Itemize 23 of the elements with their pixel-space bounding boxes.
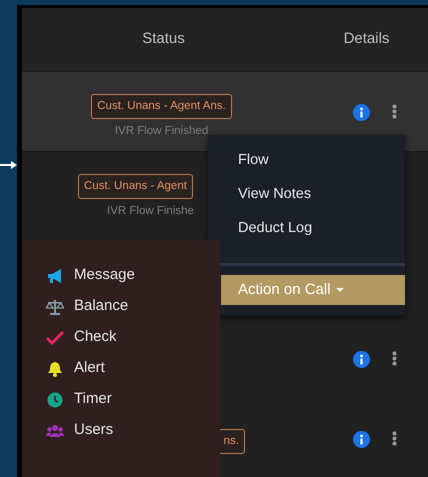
menu-item[interactable]: Balance: [74, 295, 128, 318]
status-tag: Cust. Unans - Agent Ans.: [91, 94, 232, 120]
status-tag: ns.: [218, 429, 245, 454]
menu-item[interactable]: Users: [74, 419, 114, 442]
info-icon[interactable]: [353, 351, 370, 368]
arrow-icon: [0, 160, 17, 170]
more-options-icon[interactable]: [392, 104, 397, 119]
status-subtitle: IVR Flow Finished: [114, 124, 208, 140]
info-icon[interactable]: [353, 431, 370, 448]
column-header: Details: [344, 30, 390, 48]
menu-item[interactable]: Alert: [74, 357, 105, 380]
menu-item[interactable]: Check: [74, 326, 117, 349]
menu-item[interactable]: View Notes: [208, 177, 405, 211]
column-header: Status: [142, 30, 185, 48]
status-tag: Cust. Unans - Agent: [78, 174, 193, 200]
info-icon[interactable]: [353, 104, 370, 121]
status-subtitle: IVR Flow Finishe: [107, 204, 194, 220]
more-options-icon[interactable]: [392, 351, 397, 366]
menu-item[interactable]: Message: [74, 264, 135, 287]
menu-item[interactable]: Deduct Log: [208, 211, 405, 245]
menu-item[interactable]: Flow: [208, 143, 405, 177]
menu-item[interactable]: Timer: [74, 388, 112, 411]
more-options-icon[interactable]: [392, 431, 397, 446]
